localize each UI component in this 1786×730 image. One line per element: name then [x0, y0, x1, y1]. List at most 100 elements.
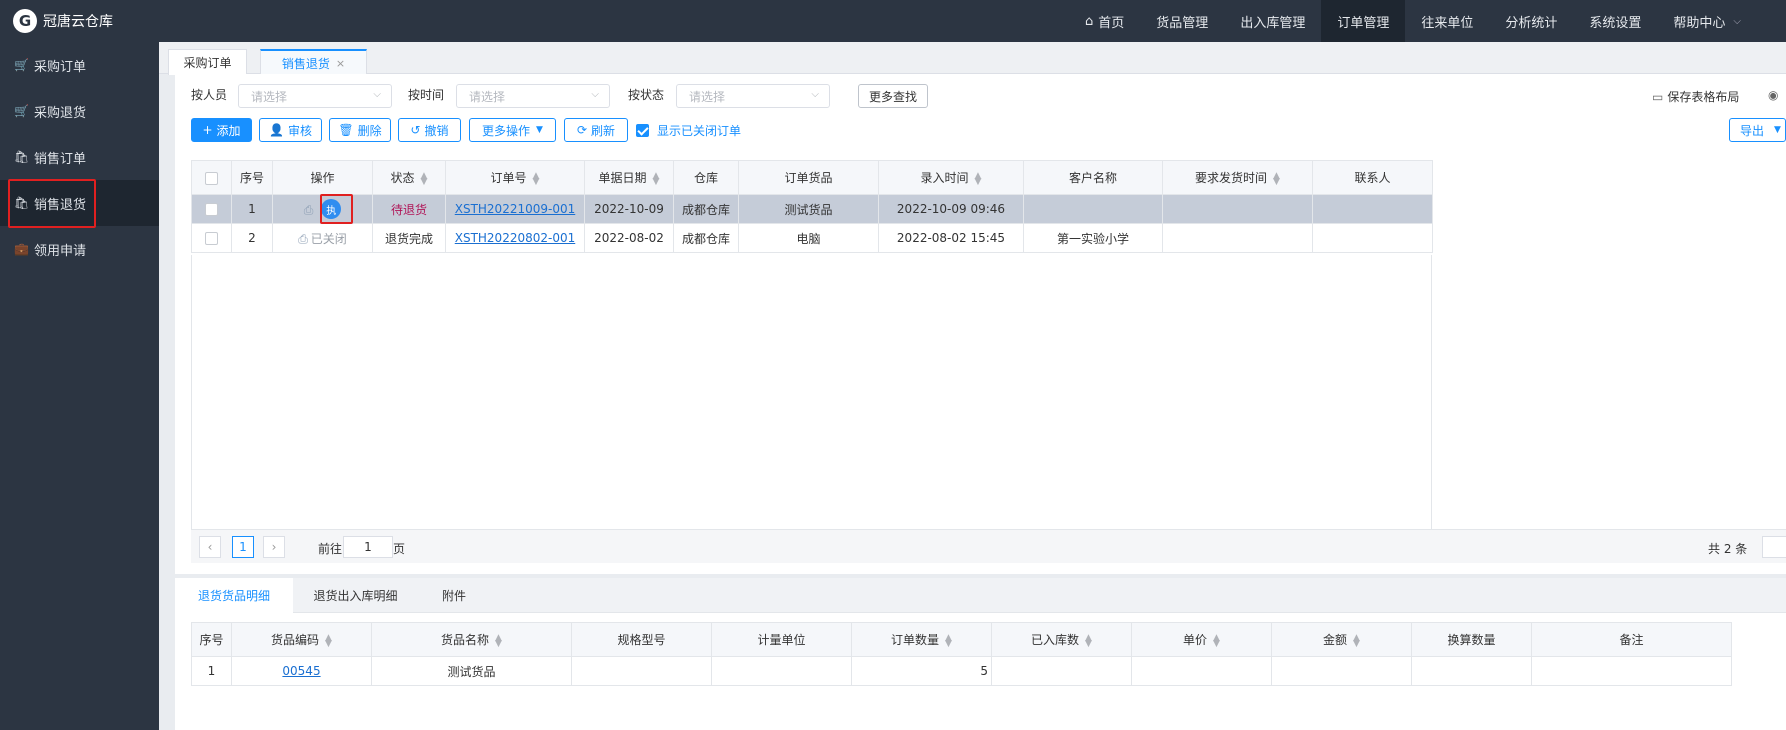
col-header-sortable[interactable]: 货品编码 ▲ ▼	[231, 622, 372, 657]
goto-page-input[interactable]: 1	[343, 536, 393, 558]
col-header-sortable[interactable]: 金额 ▲ ▼	[1271, 622, 1412, 657]
page-number[interactable]: 1	[232, 536, 254, 558]
nav-analytics[interactable]: 分析统计	[1489, 0, 1573, 42]
col-header: 序号	[231, 160, 273, 195]
print-icon[interactable]: ⎙	[298, 232, 308, 246]
row-select-cell[interactable]	[191, 223, 232, 253]
closed-label: 已关闭	[310, 231, 347, 246]
goto-prefix: 前往	[318, 542, 343, 556]
button-label: 删除	[357, 123, 382, 138]
goods-code-link[interactable]: 00545	[282, 664, 320, 678]
tab-return-goods-detail[interactable]: 退货货品明细	[175, 578, 293, 613]
total-count: 共 2 条	[1708, 542, 1748, 556]
cell-remark	[1531, 656, 1732, 686]
nav-goods[interactable]: 货品管理	[1140, 0, 1224, 42]
save-layout-link[interactable]: ▭ 保存表格布局	[1652, 88, 1739, 105]
nav-orders[interactable]: 订单管理	[1321, 0, 1406, 42]
checkbox-icon[interactable]	[205, 171, 218, 185]
table-row[interactable]: 2 ⎙ 已关闭 退货完成 XSTH20220802-001 2022-08-02 …	[191, 223, 1433, 253]
order-link[interactable]: XSTH20220802-001	[455, 231, 576, 245]
col-header-sortable[interactable]: 状态 ▲ ▼	[372, 160, 446, 195]
cell-no: 1	[231, 194, 273, 224]
delete-button[interactable]: 🗑 删除	[329, 118, 391, 142]
checkbox-icon[interactable]	[205, 203, 218, 216]
sort-icon[interactable]: ▲ ▼	[653, 171, 660, 186]
nav-help[interactable]: 帮助中心 ⌵	[1657, 0, 1786, 42]
nav-label: 往来单位	[1421, 15, 1474, 31]
col-header-sortable[interactable]: 单据日期 ▲ ▼	[584, 160, 674, 195]
table-row[interactable]: 1 ⎙ 执 待退货 XSTH20221009-001 2022-10-09 成都仓…	[191, 194, 1433, 224]
print-icon[interactable]: ⎙	[304, 203, 314, 217]
row-select-cell[interactable]	[191, 194, 232, 224]
cell-status: 待退货	[372, 194, 446, 224]
cell-entry-time: 2022-10-09 09:46	[878, 194, 1024, 224]
col-header-sortable[interactable]: 已入库数 ▲ ▼	[991, 622, 1132, 657]
select-all-cell[interactable]	[191, 160, 232, 195]
add-button[interactable]: + 添加	[191, 118, 252, 142]
order-link[interactable]: XSTH20221009-001	[455, 202, 576, 216]
sort-icon[interactable]: ▲ ▼	[1273, 171, 1280, 186]
export-button[interactable]: 导出 ▼	[1729, 118, 1786, 142]
col-header-sortable[interactable]: 要求发货时间 ▲ ▼	[1162, 160, 1313, 195]
nav-settings[interactable]: 系统设置	[1573, 0, 1657, 42]
sidebar-item-requisition[interactable]: 💼 领用申请	[0, 226, 159, 272]
table-row[interactable]: 1 00545 测试货品 5	[191, 656, 1732, 686]
tab-purchase-order[interactable]: 采购订单	[168, 49, 247, 75]
sort-icon[interactable]: ▲ ▼	[945, 633, 952, 648]
col-header: 换算数量	[1411, 622, 1532, 657]
checkbox-checked-icon[interactable]	[636, 124, 649, 137]
page-size-select[interactable]	[1762, 536, 1786, 558]
col-header: 备注	[1531, 622, 1732, 657]
cell-status: 退货完成	[372, 223, 446, 253]
sort-icon[interactable]: ▲ ▼	[325, 633, 332, 648]
sort-icon[interactable]: ▲ ▼	[1353, 633, 1360, 648]
sort-icon[interactable]: ▲ ▼	[1085, 633, 1092, 648]
nav-stock[interactable]: 出入库管理	[1224, 0, 1321, 42]
briefcase-icon: 💼	[14, 242, 29, 256]
sort-icon[interactable]: ▲ ▼	[495, 633, 502, 648]
prev-page-button[interactable]: ‹	[199, 536, 221, 558]
filter-staff-select[interactable]: 请选择 ⌵	[238, 84, 392, 108]
tab-attachments[interactable]: 附件	[418, 578, 490, 613]
sidebar-item-purchase-order[interactable]: 🛒 采购订单	[0, 42, 159, 88]
refresh-button[interactable]: ⟳ 刷新	[564, 118, 628, 142]
show-closed-checkbox[interactable]: 显示已关闭订单	[636, 122, 741, 139]
next-page-button[interactable]: ›	[263, 536, 285, 558]
app-logo[interactable]: G 冠唐云仓库	[0, 0, 159, 42]
tab-return-stock-detail[interactable]: 退货出入库明细	[293, 578, 418, 613]
sidebar-item-sales-order[interactable]: 🛍 销售订单	[0, 134, 159, 180]
sort-icon[interactable]: ▲ ▼	[421, 171, 428, 186]
more-search-button[interactable]: 更多查找	[858, 84, 928, 108]
eye-icon[interactable]: ◉	[1768, 88, 1778, 102]
col-label: 已入库数	[1031, 633, 1080, 647]
sort-icon[interactable]: ▲ ▼	[1213, 633, 1220, 648]
col-header-sortable[interactable]: 单价 ▲ ▼	[1131, 622, 1272, 657]
select-placeholder: 请选择	[251, 89, 288, 104]
button-label: 撤销	[424, 123, 449, 138]
nav-home[interactable]: ⌂ 首页	[1069, 0, 1140, 42]
col-header-sortable[interactable]: 录入时间 ▲ ▼	[878, 160, 1024, 195]
cell-conv	[1411, 656, 1532, 686]
nav-partners[interactable]: 往来单位	[1405, 0, 1489, 42]
cell-amount	[1271, 656, 1412, 686]
close-icon[interactable]: ×	[336, 57, 345, 70]
col-header: 联系人	[1312, 160, 1433, 195]
button-label: 审核	[287, 123, 312, 138]
detail-tabs: 退货货品明细 退货出入库明细 附件	[175, 578, 1786, 613]
cell-in-qty	[991, 656, 1132, 686]
approve-button[interactable]: 👤 审核	[259, 118, 322, 142]
col-header-sortable[interactable]: 货品名称 ▲ ▼	[371, 622, 572, 657]
revoke-button[interactable]: ↺ 撤销	[398, 118, 461, 142]
col-header-sortable[interactable]: 订单号 ▲ ▼	[445, 160, 585, 195]
sort-icon[interactable]: ▲ ▼	[533, 171, 540, 186]
sort-icon[interactable]: ▲ ▼	[975, 171, 982, 186]
filter-status-select[interactable]: 请选择 ⌵	[676, 84, 830, 108]
col-header-sortable[interactable]: 订单数量 ▲ ▼	[851, 622, 992, 657]
button-label: 更多操作	[482, 123, 531, 138]
sidebar-item-purchase-return[interactable]: 🛒 采购退货	[0, 88, 159, 134]
checkbox-icon[interactable]	[205, 232, 218, 245]
tab-sales-return[interactable]: 销售退货 ×	[260, 49, 367, 75]
more-ops-button[interactable]: 更多操作 ▼	[469, 118, 556, 142]
nav-label: 帮助中心	[1673, 15, 1726, 31]
filter-time-select[interactable]: 请选择 ⌵	[456, 84, 610, 108]
